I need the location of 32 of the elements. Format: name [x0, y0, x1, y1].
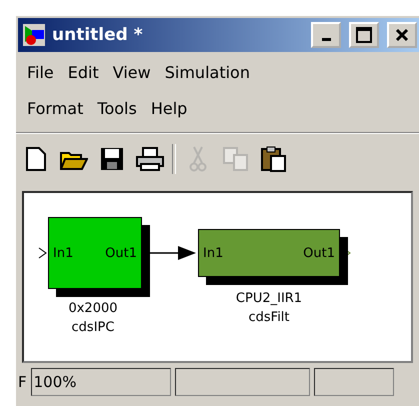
close-icon	[395, 28, 409, 42]
arrow-drawing	[150, 245, 198, 261]
menu-item[interactable]: Tools	[90, 98, 144, 118]
port-label: Out1	[105, 246, 137, 260]
new-file-icon	[26, 147, 46, 171]
menu-item[interactable]: File	[20, 62, 61, 82]
block-label: CPU2_IIR1	[234, 290, 304, 308]
maximize-icon	[356, 27, 372, 43]
menu-item[interactable]: Simulation	[158, 62, 257, 82]
printer-icon	[136, 147, 164, 171]
app-logo-icon	[22, 23, 46, 47]
clipboard-icon	[261, 146, 287, 172]
maximize-button[interactable]	[349, 22, 379, 48]
menu-item[interactable]: Help	[144, 98, 194, 118]
block-label: cdsIPC	[70, 319, 116, 337]
block-label: cdsFilt	[247, 309, 291, 327]
close-button[interactable]	[387, 22, 417, 48]
menu-item[interactable]: Edit	[60, 62, 106, 82]
status-text: F	[18, 373, 27, 391]
port-label: In1	[203, 246, 224, 260]
minimize-icon	[322, 38, 330, 41]
menu-item[interactable]: Format	[20, 98, 90, 118]
port-label: In1	[53, 246, 74, 260]
window-title: untitled *	[52, 25, 144, 45]
input-port-icon	[38, 247, 48, 259]
zoom-panel: 100%	[30, 368, 171, 396]
copy-icon	[223, 147, 249, 171]
scissors-icon	[189, 146, 207, 172]
block-label: 0x2000	[67, 300, 119, 318]
menu-item[interactable]: View	[106, 62, 158, 82]
port-label: Out1	[303, 246, 335, 260]
minimize-button[interactable]	[311, 22, 341, 48]
